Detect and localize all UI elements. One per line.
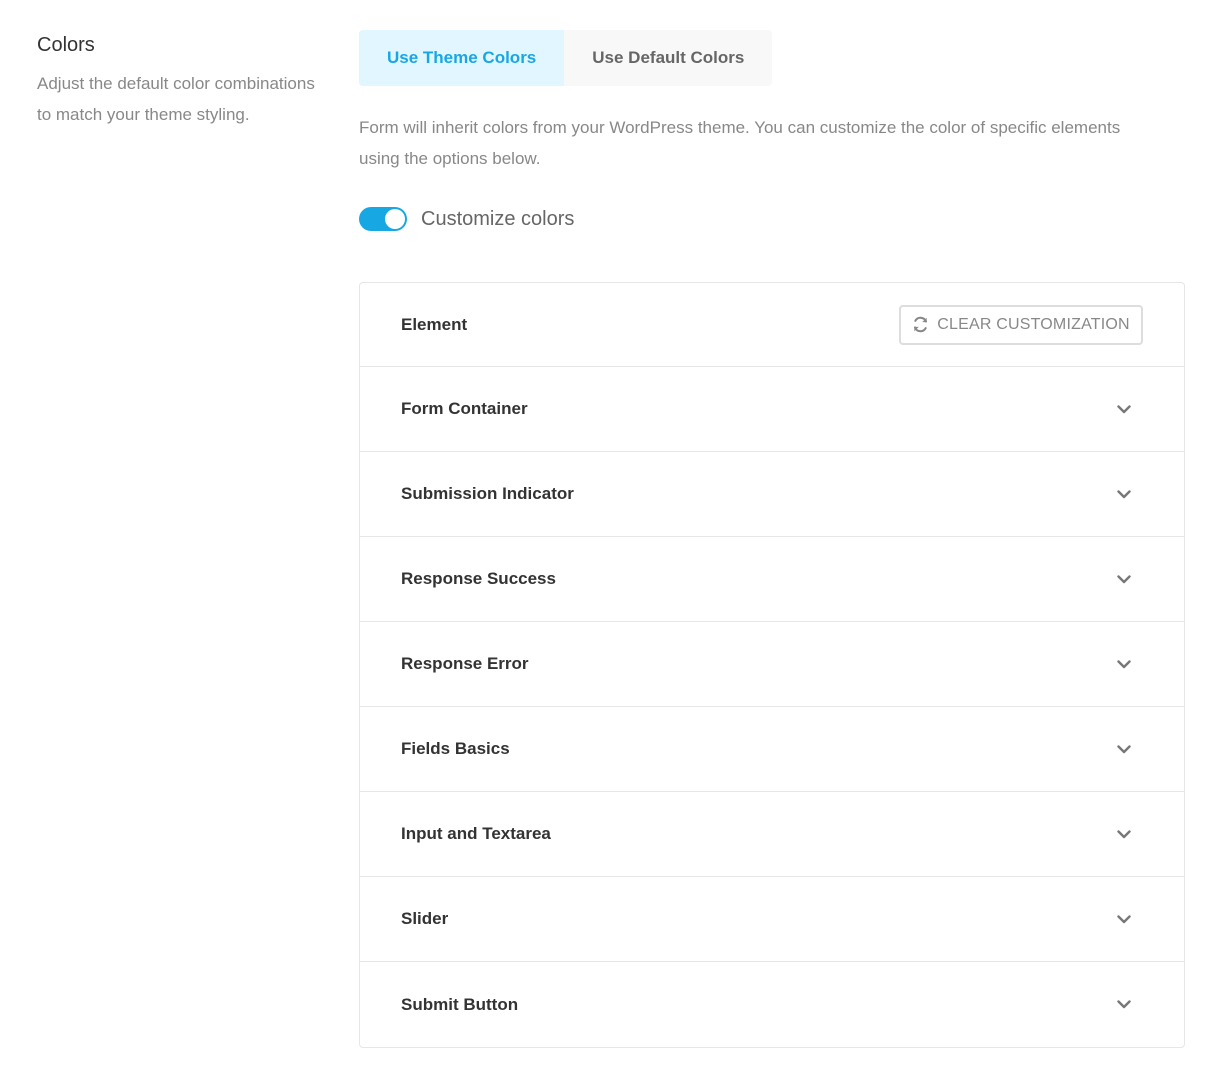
colors-settings-page: Colors Adjust the default color combinat…: [0, 0, 1220, 1079]
section-description: Adjust the default color combinations to…: [37, 74, 315, 124]
element-row-label: Submit Button: [401, 994, 519, 1014]
clear-customization-label: CLEAR CUSTOMIZATION: [937, 315, 1130, 333]
refresh-icon: [914, 316, 928, 333]
tab-use-theme-colors[interactable]: Use Theme Colors: [359, 30, 565, 86]
customize-colors-toggle[interactable]: [359, 207, 407, 231]
element-row-fields-basics[interactable]: Fields Basics: [360, 707, 1184, 792]
element-row-label: Response Success: [401, 569, 556, 588]
element-row-response-error[interactable]: Response Error: [360, 622, 1184, 707]
customize-colors-row: Customize colors: [359, 204, 1185, 234]
chevron-down-icon: [1116, 571, 1132, 587]
chevron-down-icon: [1116, 401, 1132, 417]
element-row-slider[interactable]: Slider: [360, 877, 1184, 962]
section-intro: Colors Adjust the default color combinat…: [37, 32, 317, 130]
element-row-submission-indicator[interactable]: Submission Indicator: [360, 452, 1184, 537]
color-settings-panel: Use Theme Colors Use Default Colors Form…: [359, 30, 1185, 1048]
element-row-label: Response Error: [401, 654, 529, 673]
toggle-knob: [385, 209, 405, 229]
chevron-down-icon: [1116, 997, 1132, 1013]
color-mode-tabs: Use Theme Colors Use Default Colors: [359, 30, 773, 86]
chevron-down-icon: [1116, 486, 1132, 502]
element-column-header: Element: [401, 314, 468, 334]
customize-colors-label: Customize colors: [421, 207, 575, 230]
element-row-form-container[interactable]: Form Container: [360, 367, 1184, 452]
chevron-down-icon: [1116, 741, 1132, 757]
clear-customization-button[interactable]: CLEAR CUSTOMIZATION: [899, 304, 1143, 345]
element-row-response-success[interactable]: Response Success: [360, 537, 1184, 622]
element-row-submit-button[interactable]: Submit Button: [360, 962, 1184, 1047]
section-title: Colors: [37, 34, 95, 56]
chevron-down-icon: [1116, 911, 1132, 927]
element-row-label: Submission Indicator: [401, 484, 574, 503]
element-row-label: Fields Basics: [401, 739, 510, 758]
elements-table: Element CLEAR CUSTOMIZATION Form Contain…: [359, 282, 1185, 1048]
chevron-down-icon: [1116, 656, 1132, 672]
theme-colors-info: Form will inherit colors from your WordP…: [359, 118, 1121, 168]
tab-use-default-colors[interactable]: Use Default Colors: [564, 30, 773, 86]
element-row-label: Form Container: [401, 399, 528, 418]
chevron-down-icon: [1116, 826, 1132, 842]
elements-table-header: Element CLEAR CUSTOMIZATION: [360, 283, 1184, 367]
element-row-label: Slider: [401, 909, 449, 928]
element-row-input-and-textarea[interactable]: Input and Textarea: [360, 792, 1184, 877]
element-row-label: Input and Textarea: [401, 824, 551, 843]
